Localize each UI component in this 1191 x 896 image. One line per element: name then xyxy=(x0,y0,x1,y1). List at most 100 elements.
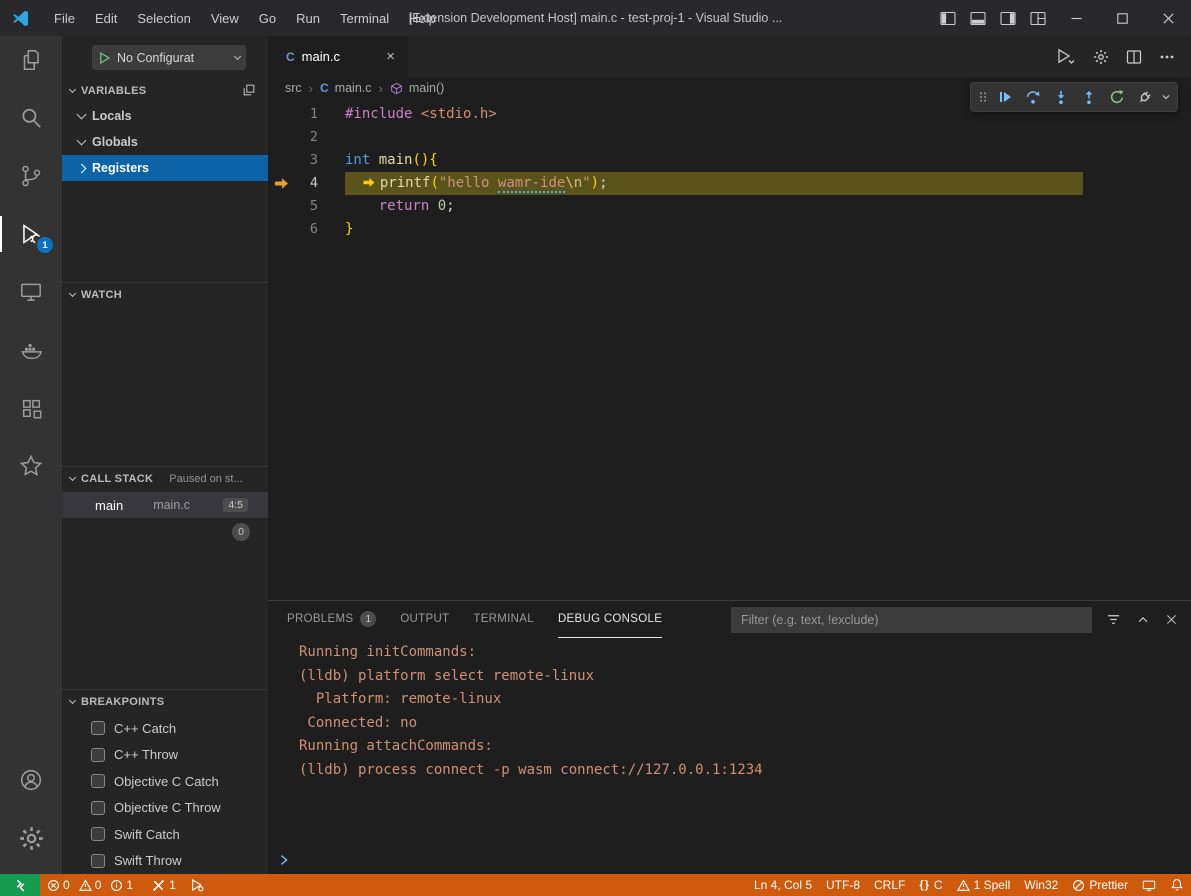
toggle-panel-icon[interactable] xyxy=(963,0,993,36)
step-into-button[interactable] xyxy=(1047,83,1075,111)
menu-selection[interactable]: Selection xyxy=(127,0,200,36)
continue-button[interactable] xyxy=(991,83,1019,111)
breakpoint-c-catch[interactable]: C++ Catch xyxy=(62,715,268,742)
menu-terminal[interactable]: Terminal xyxy=(330,0,399,36)
run-or-debug-button[interactable] xyxy=(1055,48,1076,65)
breakpoint-c-throw[interactable]: C++ Throw xyxy=(62,742,268,769)
screen-share-icon[interactable] xyxy=(1135,874,1163,896)
breakpoint-swift-catch[interactable]: Swift Catch xyxy=(62,821,268,848)
problems-status[interactable]: 0 0 1 xyxy=(40,874,145,896)
gutter[interactable]: 4 xyxy=(268,172,345,195)
debug-repl-input[interactable] xyxy=(277,853,291,867)
gutter[interactable]: 6 xyxy=(268,218,345,241)
activity-source-control[interactable] xyxy=(0,152,62,200)
gear-icon[interactable] xyxy=(1093,49,1109,65)
minimize-button[interactable] xyxy=(1053,0,1099,36)
variables-item-registers[interactable]: Registers xyxy=(62,155,268,181)
spell-status[interactable]: 1 Spell xyxy=(950,874,1018,896)
code-line-6[interactable]: 6} xyxy=(268,218,1191,241)
maximize-panel-icon[interactable] xyxy=(1136,613,1150,627)
toggle-primary-sidebar-icon[interactable] xyxy=(933,0,963,36)
drag-handle-icon[interactable] xyxy=(975,83,991,111)
remote-indicator[interactable] xyxy=(0,874,40,896)
filter-icon[interactable] xyxy=(1106,612,1121,627)
panel-tab-output[interactable]: OUTPUT xyxy=(400,601,449,638)
activity-favorites[interactable] xyxy=(0,442,62,490)
activity-run-and-debug[interactable]: 1 xyxy=(0,210,62,258)
variables-item-locals[interactable]: Locals xyxy=(62,103,268,129)
breakpoint-checkbox[interactable] xyxy=(91,801,105,815)
step-out-button[interactable] xyxy=(1075,83,1103,111)
language-mode[interactable]: {} C xyxy=(912,874,949,896)
breakpoint-checkbox[interactable] xyxy=(91,721,105,735)
formatter-status[interactable]: Prettier xyxy=(1065,874,1135,896)
console-filter-input[interactable] xyxy=(731,607,1092,633)
breakpoint-checkbox[interactable] xyxy=(91,854,105,868)
step-over-button[interactable] xyxy=(1019,83,1047,111)
maximize-button[interactable] xyxy=(1099,0,1145,36)
breakpoint-objective-c-throw[interactable]: Objective C Throw xyxy=(62,795,268,822)
debug-status-icon[interactable] xyxy=(183,874,211,896)
eol-status[interactable]: CRLF xyxy=(867,874,912,896)
menu-view[interactable]: View xyxy=(201,0,249,36)
breadcrumb-src[interactable]: src xyxy=(285,81,302,95)
panel-tab-debug-console[interactable]: DEBUG CONSOLE xyxy=(558,601,662,638)
breadcrumb-main-c[interactable]: main.c xyxy=(335,81,372,95)
code-token: \n xyxy=(565,175,582,191)
variables-item-globals[interactable]: Globals xyxy=(62,129,268,155)
encoding-status[interactable]: UTF-8 xyxy=(819,874,867,896)
variables-section-header[interactable]: VARIABLES xyxy=(62,78,268,103)
settings-gear-icon[interactable] xyxy=(0,814,62,862)
panel-tab-terminal[interactable]: TERMINAL xyxy=(473,601,534,638)
more-actions-button[interactable] xyxy=(1159,49,1175,65)
activity-remote-explorer[interactable] xyxy=(0,268,62,316)
watch-section-header[interactable]: WATCH xyxy=(62,282,268,307)
close-tab-icon[interactable]: × xyxy=(383,48,398,65)
restart-button[interactable] xyxy=(1103,83,1131,111)
disconnect-button[interactable] xyxy=(1131,83,1159,111)
start-debugging-button[interactable] xyxy=(98,51,111,65)
tasks-status[interactable]: 1 xyxy=(145,874,183,896)
close-window-button[interactable] xyxy=(1145,0,1191,36)
current-statement-icon xyxy=(362,177,380,188)
gutter[interactable]: 5 xyxy=(268,195,345,218)
toggle-secondary-sidebar-icon[interactable] xyxy=(993,0,1023,36)
menu-file[interactable]: File xyxy=(44,0,85,36)
tab-main-c[interactable]: C main.c × xyxy=(268,36,408,77)
collapse-all-icon[interactable] xyxy=(242,83,256,97)
code-line-3[interactable]: 3int main(){ xyxy=(268,149,1191,172)
platform-status[interactable]: Win32 xyxy=(1017,874,1065,896)
breakpoint-swift-throw[interactable]: Swift Throw xyxy=(62,848,268,875)
call-stack-frame[interactable]: main main.c 4:5 xyxy=(62,492,268,518)
code-line-5[interactable]: 5 return 0; xyxy=(268,195,1191,218)
notifications-bell-icon[interactable] xyxy=(1163,874,1191,896)
menu-go[interactable]: Go xyxy=(249,0,286,36)
line-number: 3 xyxy=(310,149,318,172)
activity-search[interactable] xyxy=(0,94,62,142)
breakpoint-checkbox[interactable] xyxy=(91,827,105,841)
gutter[interactable]: 3 xyxy=(268,149,345,172)
close-panel-icon[interactable] xyxy=(1165,613,1178,626)
accounts-icon[interactable] xyxy=(0,756,62,804)
breakpoint-checkbox[interactable] xyxy=(91,748,105,762)
code-line-4[interactable]: 4 printf("hello wamr-ide\n"); xyxy=(268,172,1191,195)
gutter[interactable]: 1 xyxy=(268,103,345,126)
panel-tab-problems[interactable]: PROBLEMS1 xyxy=(287,601,376,638)
activity-explorer[interactable] xyxy=(0,36,62,84)
activity-extensions[interactable] xyxy=(0,384,62,432)
split-editor-button[interactable] xyxy=(1126,49,1142,65)
debug-config-dropdown[interactable]: No Configurat xyxy=(111,51,240,65)
code-line-2[interactable]: 2 xyxy=(268,126,1191,149)
breadcrumb-main-function[interactable]: main() xyxy=(409,81,444,95)
breakpoints-section-header[interactable]: BREAKPOINTS xyxy=(62,689,268,714)
menu-edit[interactable]: Edit xyxy=(85,0,127,36)
cursor-position[interactable]: Ln 4, Col 5 xyxy=(747,874,819,896)
menu-run[interactable]: Run xyxy=(286,0,330,36)
gutter[interactable]: 2 xyxy=(268,126,345,149)
activity-docker[interactable] xyxy=(0,326,62,374)
chevron-down-icon[interactable] xyxy=(1159,83,1173,111)
breakpoint-checkbox[interactable] xyxy=(91,774,105,788)
customize-layout-icon[interactable] xyxy=(1023,0,1053,36)
call-stack-section-header[interactable]: CALL STACK Paused on st... xyxy=(62,466,268,491)
breakpoint-objective-c-catch[interactable]: Objective C Catch xyxy=(62,768,268,795)
